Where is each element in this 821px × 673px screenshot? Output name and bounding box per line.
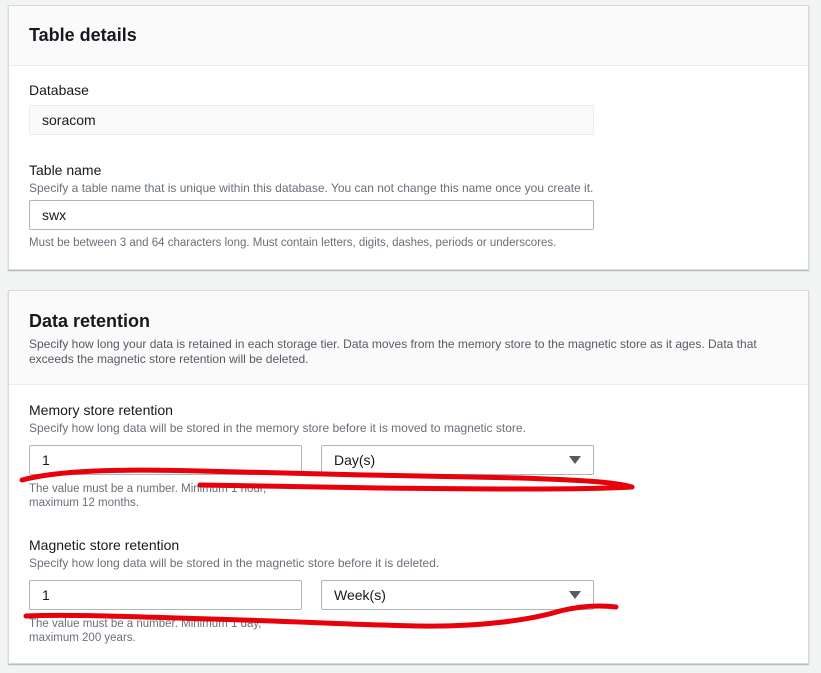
table-name-description: Specify a table name that is unique with…: [29, 181, 594, 195]
table-details-panel: Table details: [8, 5, 809, 270]
table-name-input[interactable]: swx: [29, 200, 594, 230]
data-retention-header: Data retention Specify how long your dat…: [9, 291, 808, 385]
database-label: Database: [29, 82, 89, 98]
memory-store-description: Specify how long data will be stored in …: [29, 421, 526, 435]
table-details-header: Table details: [9, 6, 808, 66]
memory-store-value-input[interactable]: 1: [29, 445, 302, 475]
memory-store-unit-select[interactable]: Day(s): [321, 445, 594, 475]
table-details-title: Table details: [29, 25, 137, 45]
caret-down-icon: [569, 591, 581, 599]
magnetic-store-label: Magnetic store retention: [29, 537, 180, 553]
memory-store-constraint-1: The value must be a number. Minimum 1 ho…: [29, 483, 267, 495]
database-value: soracom: [42, 112, 96, 128]
magnetic-store-value-input[interactable]: 1: [29, 580, 302, 610]
caret-down-icon: [569, 456, 581, 464]
memory-store-unit: Day(s): [334, 452, 376, 468]
magnetic-store-value: 1: [42, 587, 50, 603]
data-retention-title: Data retention: [29, 311, 151, 331]
table-name-constraint: Must be between 3 and 64 characters long…: [29, 237, 557, 249]
magnetic-store-constraint-2: maximum 200 years.: [29, 632, 136, 644]
data-retention-description: Specify how long your data is retained i…: [29, 337, 757, 366]
magnetic-store-unit-select[interactable]: Week(s): [321, 580, 594, 610]
table-name-label: Table name: [29, 162, 102, 178]
table-name-value: swx: [42, 207, 67, 223]
memory-store-label: Memory store retention: [29, 402, 173, 418]
magnetic-store-unit: Week(s): [334, 587, 386, 603]
magnetic-store-constraint-1: The value must be a number. Minimum 1 da…: [29, 618, 262, 630]
memory-store-constraint-2: maximum 12 months.: [29, 497, 139, 509]
memory-store-value: 1: [42, 452, 50, 468]
database-field: soracom: [29, 105, 594, 135]
magnetic-store-description: Specify how long data will be stored in …: [29, 556, 440, 570]
